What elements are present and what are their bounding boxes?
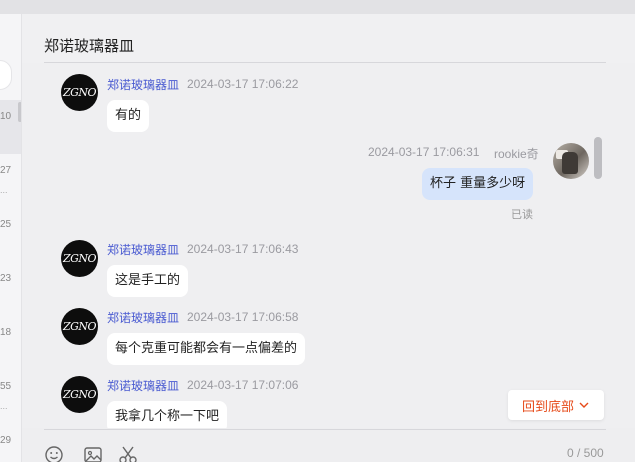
message-time: 2024-03-17 17:06:22 [187,77,299,91]
message-time: 2024-03-17 17:06:43 [187,242,299,256]
seller-avatar[interactable]: ZGNO [61,376,98,413]
chat-scrollbar[interactable] [594,137,602,179]
contact-count: 18 [0,327,12,338]
sender-name: 郑诺玻璃器皿 [107,243,180,257]
my-username: rookie奇 [494,147,539,161]
contact-count: 10 [0,111,12,122]
contact-count: 27 [0,165,12,176]
read-status: 已读 [511,208,533,221]
message-time: 2024-03-17 17:06:58 [187,310,299,324]
sender-name: 郑诺玻璃器皿 [107,78,180,92]
contact-ellipsis: ... [0,401,8,411]
conversation-title: 郑诺玻璃器皿 [44,37,135,55]
scroll-to-bottom-button[interactable]: 回到底部 [508,390,604,420]
scissors-icon[interactable] [118,445,138,462]
contact-count: 29 [0,435,12,446]
window-top-bar [0,0,635,14]
contact-list-strip: 10 27 ... 25 23 18 55 ... 29 [0,14,22,462]
contact-count: 55 [0,381,12,392]
char-counter: 0 / 500 [567,446,604,460]
message-list[interactable]: ZGNO 郑诺玻璃器皿 2024-03-17 17:06:22 有的 2024-… [22,63,635,428]
message-bubble[interactable]: 每个克重可能都会有一点偏差的 [107,333,306,365]
chevron-down-icon [579,402,589,408]
my-message-bubble[interactable]: 杯子 重量多少呀 [422,168,534,200]
image-icon[interactable] [83,445,103,462]
chat-header: 郑诺玻璃器皿 [22,14,635,64]
sender-name: 郑诺玻璃器皿 [107,379,180,393]
seller-avatar[interactable]: ZGNO [61,240,98,277]
message-time: 2024-03-17 17:06:31 [368,145,480,159]
seller-avatar[interactable]: ZGNO [61,74,98,111]
message-time: 2024-03-17 17:07:06 [187,378,299,392]
sender-name: 郑诺玻璃器皿 [107,311,180,325]
contact-count: 25 [0,219,12,230]
scroll-to-bottom-label: 回到底部 [521,399,574,415]
message-bubble[interactable]: 我拿几个称一下吧 [107,401,228,428]
contact-count: 23 [0,273,12,284]
composer-divider [44,429,606,430]
contact-ellipsis: ... [0,185,8,195]
my-avatar[interactable] [553,143,589,179]
message-bubble[interactable]: 有的 [107,100,150,132]
seller-avatar[interactable]: ZGNO [61,308,98,345]
message-bubble[interactable]: 这是手工的 [107,265,189,297]
contact-search-pill[interactable] [0,60,12,90]
emoji-icon[interactable] [44,445,64,462]
